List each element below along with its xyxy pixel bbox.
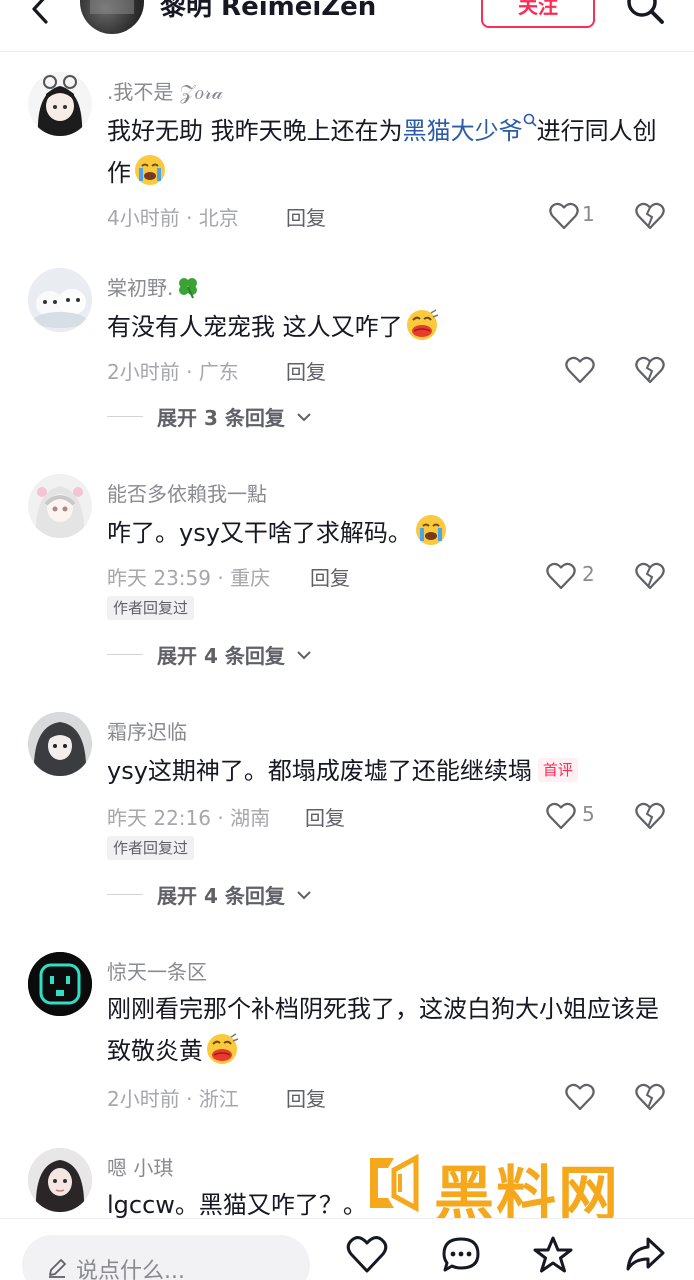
commenter-avatar[interactable] — [28, 474, 92, 538]
comment-item: .我不是 𝒵𝑜𝓇𝒶 我好无助 我昨天晚上还在为黑猫大少爷 进行同人创作 4小时前 … — [0, 52, 694, 252]
expand-replies-button[interactable]: 展开 4 条回复 — [107, 880, 327, 910]
commenter-avatar[interactable] — [28, 712, 92, 776]
commenter-name[interactable]: 霜序迟临 — [107, 716, 187, 745]
comment-time-location: 昨天 23:59 · 重庆 — [107, 566, 271, 590]
commenter-name[interactable]: 棠初野. — [107, 272, 201, 301]
commenter-name[interactable]: 能否多依賴我一點 — [107, 478, 267, 507]
comment-text: 有没有人宠宠我 这人又咋了 — [107, 306, 667, 348]
expand-replies-label: 展开 4 条回复 — [157, 884, 285, 908]
comment-icon[interactable] — [440, 1235, 482, 1275]
comment-time-location: 昨天 22:16 · 湖南 — [107, 806, 271, 830]
comment-text-part: 刚刚看完那个补档阴死我了，这波白狗大小姐应该是致敬炎黄 — [107, 995, 659, 1065]
commenter-avatar[interactable] — [28, 72, 92, 136]
comment-item: 能否多依賴我一點 咋了。ysy又干啥了求解码。 昨天 23:59 · 重庆 回复… — [0, 462, 694, 690]
blowing-kiss-emoji — [207, 1033, 239, 1064]
comment-input[interactable]: 说点什么... — [22, 1235, 310, 1280]
loudly-crying-emoji — [135, 155, 165, 185]
dislike-icon[interactable] — [635, 802, 665, 830]
bottom-bar: 说点什么... — [0, 1218, 694, 1280]
like-count: 5 — [582, 802, 595, 826]
commenter-avatar[interactable] — [28, 268, 92, 332]
commenter-name[interactable]: .我不是 𝒵𝑜𝓇𝒶 — [107, 76, 223, 105]
comment-text-part: ysy这期神了。都塌成废墟了还能继续塌 — [107, 757, 532, 785]
first-comment-badge: 首评 — [537, 758, 578, 782]
like-count: 2 — [582, 562, 595, 586]
commenter-name[interactable]: 嗯 小琪 — [107, 1152, 173, 1181]
reply-button[interactable]: 回复 — [310, 562, 350, 591]
author-name[interactable]: 黎明 ReimeiZen — [160, 0, 376, 23]
chevron-down-icon — [297, 413, 311, 422]
loudly-crying-emoji — [415, 515, 446, 545]
star-icon[interactable] — [532, 1235, 574, 1275]
expand-divider — [107, 654, 143, 655]
reply-button[interactable]: 回复 — [305, 802, 345, 831]
comment-input-placeholder: 说点什么... — [76, 1259, 185, 1280]
comment-item: 棠初野. 有没有人宠宠我 这人又咋了 2小时前 · 广东 回复 展开 3 条回复 — [0, 252, 694, 444]
heart-icon[interactable] — [346, 1235, 388, 1275]
commenter-avatar[interactable] — [28, 952, 92, 1016]
four-leaf-clover-icon — [179, 278, 198, 299]
search-icon[interactable] — [626, 0, 666, 26]
author-avatar[interactable] — [80, 0, 144, 34]
share-icon[interactable] — [624, 1235, 666, 1275]
expand-divider — [107, 894, 143, 895]
reply-button[interactable]: 回复 — [286, 356, 326, 385]
like-icon[interactable] — [565, 1083, 595, 1111]
comment-time-location: 4小时前 · 北京 — [107, 206, 239, 230]
comment-item: 惊天一条区 刚刚看完那个补档阴死我了，这波白狗大小姐应该是致敬炎黄 2小时前 ·… — [0, 940, 694, 1130]
pencil-icon — [49, 1259, 66, 1278]
commenter-name-text: 棠初野. — [107, 276, 174, 300]
blowing-kiss-emoji — [406, 309, 438, 340]
follow-button[interactable]: 关注 — [481, 0, 595, 28]
comment-text: 刚刚看完那个补档阴死我了，这波白狗大小姐应该是致敬炎黄 — [107, 988, 667, 1072]
dislike-icon[interactable] — [635, 1083, 665, 1111]
comment-text: 咋了。ysy又干啥了求解码。 — [107, 512, 667, 554]
like-icon[interactable] — [549, 202, 579, 230]
expand-replies-label: 展开 3 条回复 — [157, 406, 285, 430]
author-replied-badge: 作者回复过 — [107, 836, 195, 860]
reply-button[interactable]: 回复 — [286, 202, 326, 231]
chevron-down-icon — [297, 891, 311, 900]
like-count: 1 — [582, 202, 595, 226]
top-bar: 黎明 ReimeiZen 关注 — [0, 0, 694, 52]
comment-item: 嗯 小琪 lgccw。黑猫又咋了？。 — [0, 1138, 694, 1219]
like-icon[interactable] — [565, 356, 595, 384]
comment-text-part: 有没有人宠宠我 这人又咋了 — [107, 313, 403, 341]
dislike-icon[interactable] — [635, 356, 665, 384]
comment-time-location: 2小时前 · 浙江 — [107, 1087, 239, 1111]
comment-text-part: 咋了。ysy又干啥了求解码。 — [107, 519, 412, 547]
back-icon[interactable] — [26, 0, 56, 24]
expand-replies-label: 展开 4 条回复 — [157, 644, 285, 668]
expand-replies-button[interactable]: 展开 3 条回复 — [107, 402, 327, 432]
comment-text-part: 我好无助 我昨天晚上还在为 — [107, 117, 403, 145]
like-icon[interactable] — [546, 802, 576, 830]
search-link[interactable]: 黑猫大少爷 — [403, 117, 523, 145]
author-replied-badge: 作者回复过 — [107, 596, 195, 620]
comment-time-location: 2小时前 · 广东 — [107, 360, 239, 384]
comment-text: 我好无助 我昨天晚上还在为黑猫大少爷 进行同人创作 — [107, 110, 667, 194]
dislike-icon[interactable] — [635, 562, 665, 590]
like-icon[interactable] — [546, 562, 576, 590]
reply-button[interactable]: 回复 — [286, 1083, 326, 1112]
expand-replies-button[interactable]: 展开 4 条回复 — [107, 640, 327, 670]
dislike-icon[interactable] — [635, 202, 665, 230]
comment-text: ysy这期神了。都塌成废墟了还能继续塌 首评 — [107, 750, 667, 792]
chevron-down-icon — [297, 651, 311, 660]
expand-divider — [107, 416, 143, 417]
comment-item: 霜序迟临 ysy这期神了。都塌成废墟了还能继续塌 首评 昨天 22:16 · 湖南… — [0, 700, 694, 928]
commenter-avatar[interactable] — [28, 1148, 92, 1212]
search-small-icon — [523, 113, 537, 127]
commenter-name[interactable]: 惊天一条区 — [107, 956, 207, 985]
